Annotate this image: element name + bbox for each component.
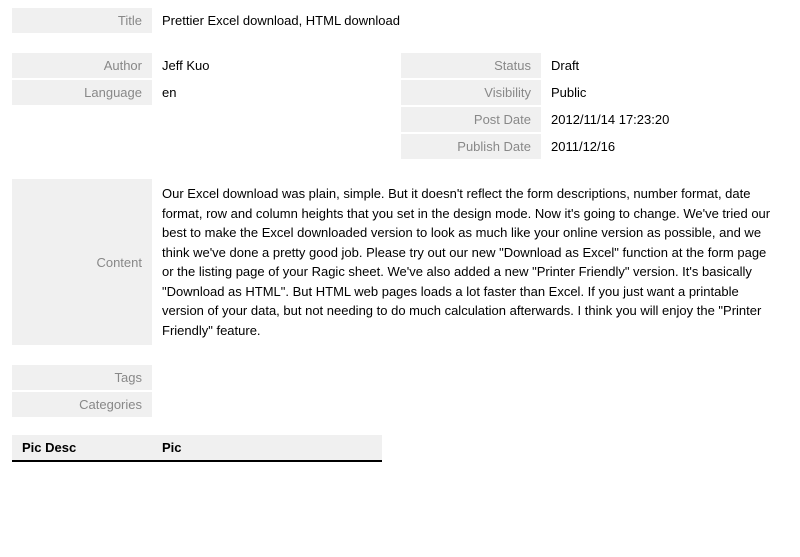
pic-table-header: Pic Desc Pic: [12, 435, 382, 462]
form-container: Title Prettier Excel download, HTML down…: [0, 0, 800, 470]
content-value: Our Excel download was plain, simple. Bu…: [152, 179, 788, 345]
pic-header: Pic: [152, 435, 382, 460]
author-status-row: Author Jeff Kuo Status Draft: [12, 53, 788, 78]
publishdate-value: 2011/12/16: [541, 134, 788, 159]
status-value: Draft: [541, 53, 788, 78]
language-visibility-row: Language en Visibility Public: [12, 80, 788, 105]
author-label: Author: [12, 53, 152, 78]
visibility-value: Public: [541, 80, 788, 105]
categories-row: Categories: [12, 392, 788, 417]
title-row: Title Prettier Excel download, HTML down…: [12, 8, 788, 33]
title-label: Title: [12, 8, 152, 33]
publishdate-label: Publish Date: [401, 134, 541, 159]
language-value: en: [152, 80, 399, 105]
content-row: Content Our Excel download was plain, si…: [12, 179, 788, 345]
tags-label: Tags: [12, 365, 152, 390]
visibility-label: Visibility: [401, 80, 541, 105]
postdate-value: 2012/11/14 17:23:20: [541, 107, 788, 132]
content-label: Content: [12, 179, 152, 345]
postdate-row: Post Date 2012/11/14 17:23:20: [12, 107, 788, 132]
categories-label: Categories: [12, 392, 152, 417]
language-label: Language: [12, 80, 152, 105]
pic-desc-header: Pic Desc: [12, 435, 152, 460]
title-value: Prettier Excel download, HTML download: [152, 8, 788, 33]
publishdate-row: Publish Date 2011/12/16: [12, 134, 788, 159]
status-label: Status: [401, 53, 541, 78]
tags-row: Tags: [12, 365, 788, 390]
categories-value: [152, 392, 788, 417]
tags-value: [152, 365, 788, 390]
postdate-label: Post Date: [401, 107, 541, 132]
author-value: Jeff Kuo: [152, 53, 399, 78]
